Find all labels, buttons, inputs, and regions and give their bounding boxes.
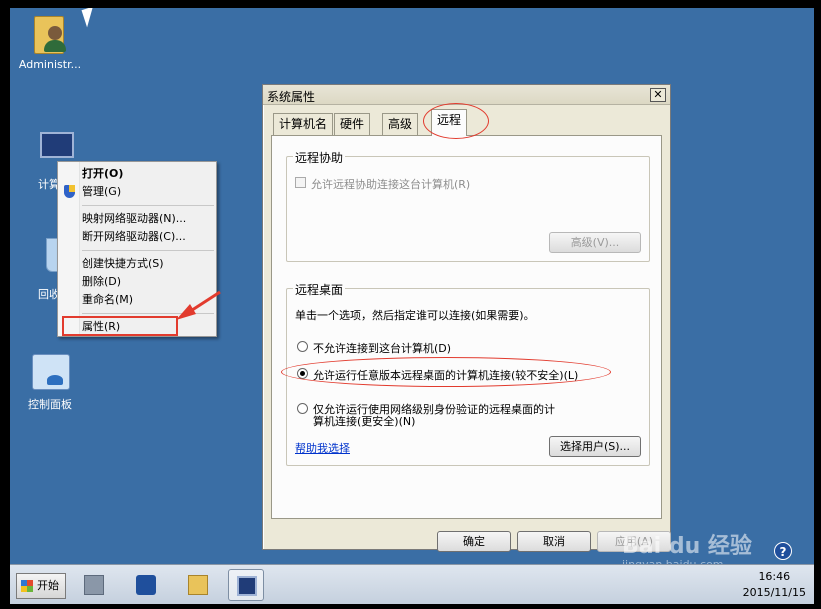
system-clock[interactable]: 16:46 2015/11/15 — [743, 569, 806, 601]
folder-icon — [188, 575, 208, 595]
allow-remote-assistance-label: 允许远程协助连接这台计算机(R) — [311, 178, 471, 191]
close-icon[interactable]: ✕ — [650, 88, 666, 102]
clock-time: 16:46 — [758, 570, 791, 583]
remote-tab-panel: 远程协助 允许远程协助连接这台计算机(R) 高级(V)... 远程桌面 单击一个… — [271, 135, 662, 519]
server-manager-icon — [84, 575, 104, 595]
user-folder-icon — [30, 14, 70, 54]
desktop-icon-label: Administr... — [18, 58, 82, 71]
menu-item-create-shortcut[interactable]: 创建快捷方式(S) — [82, 256, 164, 272]
radio-deny-connections[interactable] — [297, 341, 308, 352]
remote-desktop-instruction: 单击一个选项，然后指定谁可以连接(如果需要)。 — [295, 309, 535, 322]
watermark-brand: Bai du 经验 — [622, 534, 752, 559]
desktop-icon-administrator[interactable]: Administr... — [14, 14, 86, 71]
menu-item-manage[interactable]: 管理(G) — [82, 184, 121, 200]
allow-any-version-highlight — [281, 357, 611, 387]
remote-desktop-label: 远程桌面 — [293, 281, 346, 298]
menu-item-rename[interactable]: 重命名(M) — [82, 292, 133, 308]
desktop-icon-control-panel[interactable]: 控制面板 — [14, 352, 86, 412]
tab-hardware[interactable]: 硬件 — [334, 113, 371, 135]
powershell-icon — [136, 575, 156, 595]
menu-item-disconnect-drive[interactable]: 断开网络驱动器(C)... — [82, 229, 186, 245]
help-icon[interactable]: ? — [774, 542, 792, 560]
menu-separator — [82, 205, 214, 206]
remote-assistance-advanced-button[interactable]: 高级(V)... — [549, 232, 641, 253]
tab-computer-name[interactable]: 计算机名 — [273, 113, 334, 135]
taskbar-system-properties[interactable] — [228, 569, 264, 601]
desktop: Administr... 计算 回收 控制面板 打开(O) 管理(G) 映射网络… — [10, 8, 814, 604]
menu-item-delete[interactable]: 删除(D) — [82, 274, 121, 290]
windows-logo-icon — [21, 580, 33, 592]
control-panel-icon — [30, 352, 70, 392]
dialog-title-bar[interactable]: 系统属性 ✕ — [263, 85, 670, 105]
properties-highlight-box — [62, 316, 178, 336]
remote-assistance-group: 远程协助 允许远程协助连接这台计算机(R) 高级(V)... — [286, 149, 650, 262]
start-label: 开始 — [37, 579, 59, 592]
system-properties-dialog: 系统属性 ✕ 计算机名 硬件 高级 远程 远程协助 允许远程协助连接这台计算机(… — [262, 84, 671, 552]
allow-remote-assistance-checkbox[interactable] — [295, 177, 306, 188]
select-users-button[interactable]: 选择用户(S)... — [549, 436, 641, 457]
taskbar-server-manager[interactable] — [76, 569, 112, 601]
tab-advanced[interactable]: 高级 — [382, 113, 419, 135]
remote-desktop-group: 远程桌面 单击一个选项，然后指定谁可以连接(如果需要)。 不允许连接到这台计算机… — [281, 281, 650, 466]
radio-allow-nla-only[interactable] — [297, 403, 308, 414]
menu-separator — [82, 313, 214, 314]
dialog-title: 系统属性 — [267, 90, 316, 104]
uac-shield-icon — [64, 185, 75, 198]
desktop-icon-label: 控制面板 — [28, 398, 72, 411]
taskbar: 开始 16:46 2015/11/15 — [10, 564, 814, 604]
remote-assistance-label: 远程协助 — [293, 149, 346, 166]
context-menu: 打开(O) 管理(G) 映射网络驱动器(N)... 断开网络驱动器(C)... … — [57, 161, 217, 337]
menu-item-open[interactable]: 打开(O) — [82, 166, 123, 182]
computer-icon — [237, 576, 257, 596]
start-button[interactable]: 开始 — [16, 573, 66, 599]
radio-deny-connections-label: 不允许连接到这台计算机(D) — [313, 342, 452, 355]
help-me-choose-link[interactable]: 帮助我选择 — [295, 440, 350, 456]
radio-allow-nla-only-label-line2: 算机连接(更安全)(N) — [313, 415, 416, 428]
taskbar-powershell[interactable] — [128, 569, 164, 601]
remote-tab-highlight — [423, 103, 489, 139]
menu-separator — [82, 250, 214, 251]
menu-item-map-drive[interactable]: 映射网络驱动器(N)... — [82, 211, 186, 227]
clock-date: 2015/11/15 — [742, 586, 806, 599]
ok-button[interactable]: 确定 — [437, 531, 511, 552]
taskbar-explorer[interactable] — [180, 569, 216, 601]
cancel-button[interactable]: 取消 — [517, 531, 591, 552]
